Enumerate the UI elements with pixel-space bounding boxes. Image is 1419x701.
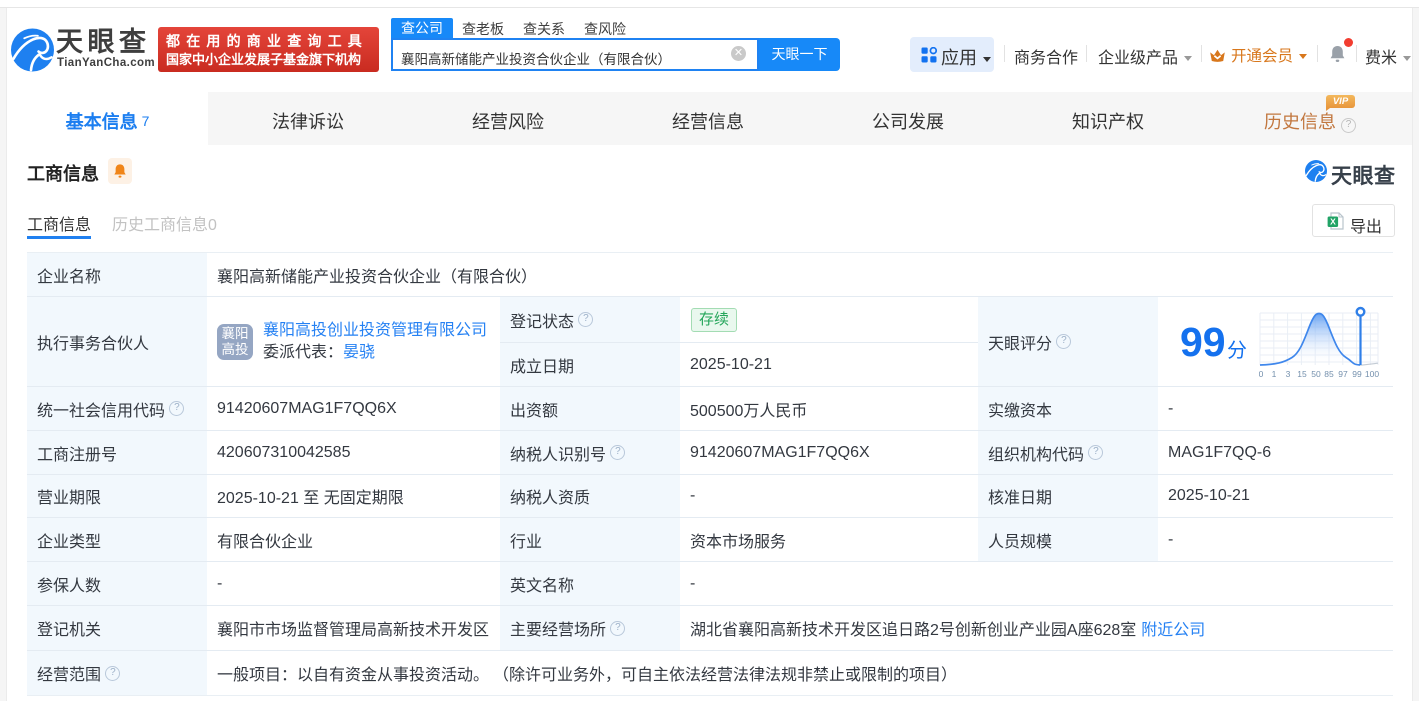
svg-text:97: 97 [1338,369,1348,379]
svg-text:0: 0 [1259,369,1264,379]
svg-text:3: 3 [1286,369,1291,379]
svg-text:X: X [1330,217,1336,227]
svg-text:100: 100 [1365,369,1379,379]
svg-text:85: 85 [1324,369,1334,379]
svg-text:15: 15 [1297,369,1307,379]
svg-text:1: 1 [1272,369,1277,379]
svg-text:99: 99 [1352,369,1362,379]
svg-text:50: 50 [1311,369,1321,379]
